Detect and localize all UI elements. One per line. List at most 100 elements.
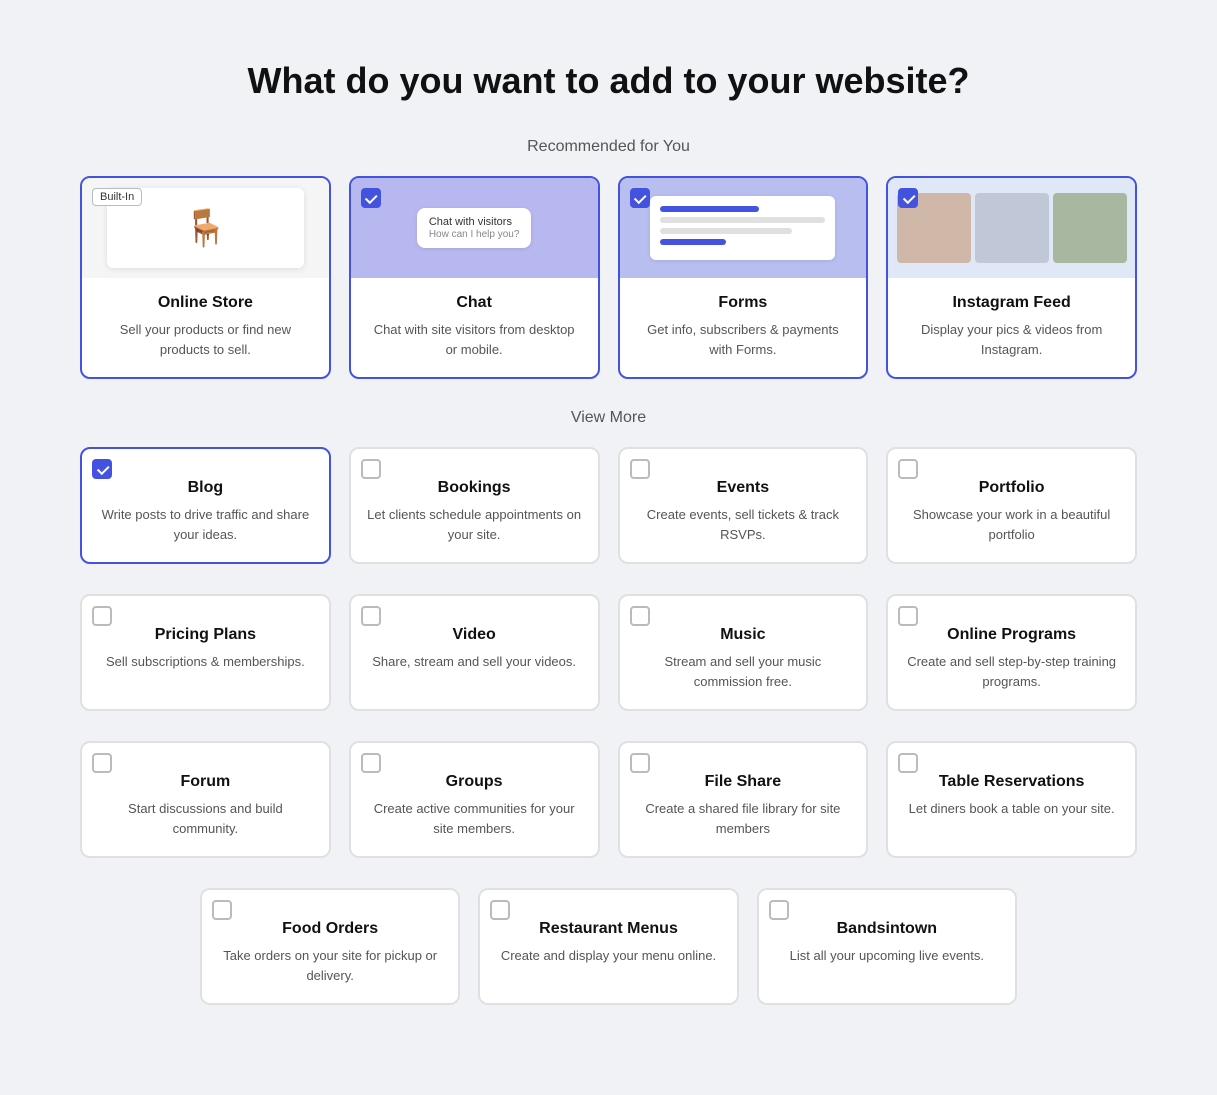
checkbox-bookings[interactable]: [361, 459, 381, 479]
card-desc-table-reservations: Let diners book a table on your site.: [904, 799, 1119, 819]
card-title-bookings: Bookings: [367, 479, 582, 497]
card-title-portfolio: Portfolio: [904, 479, 1119, 497]
card-file-share[interactable]: File Share Create a shared file library …: [618, 741, 869, 858]
card-food-orders[interactable]: Food Orders Take orders on your site for…: [200, 888, 460, 1005]
card-title-table-reservations: Table Reservations: [904, 773, 1119, 791]
card-desc-bookings: Let clients schedule appointments on you…: [367, 505, 582, 544]
card-groups[interactable]: Groups Create active communities for you…: [349, 741, 600, 858]
card-table-reservations[interactable]: Table Reservations Let diners book a tab…: [886, 741, 1137, 858]
card-instagram-feed[interactable]: Instagram Feed Display your pics & video…: [886, 176, 1137, 379]
card-body-video: Video Share, stream and sell your videos…: [351, 606, 598, 690]
card-title-online-store: Online Store: [98, 294, 313, 312]
card-body-pricing-plans: Pricing Plans Sell subscriptions & membe…: [82, 606, 329, 690]
card-title-file-share: File Share: [636, 773, 851, 791]
card-blog[interactable]: Blog Write posts to drive traffic and sh…: [80, 447, 331, 564]
card-body-online-store: Online Store Sell your products or find …: [82, 278, 329, 377]
card-title-pricing-plans: Pricing Plans: [98, 626, 313, 644]
card-body-table-reservations: Table Reservations Let diners book a tab…: [888, 753, 1135, 837]
card-body-online-programs: Online Programs Create and sell step-by-…: [888, 606, 1135, 709]
card-title-video: Video: [367, 626, 582, 644]
card-body-food-orders: Food Orders Take orders on your site for…: [202, 900, 458, 1003]
card-title-online-programs: Online Programs: [904, 626, 1119, 644]
checkbox-file-share[interactable]: [630, 753, 650, 773]
card-forms[interactable]: Forms Get info, subscribers & payments w…: [618, 176, 869, 379]
recommended-grid: 🪑 Built-In Online Store Sell your produc…: [80, 176, 1137, 379]
card-music[interactable]: Music Stream and sell your music commiss…: [618, 594, 869, 711]
card-title-groups: Groups: [367, 773, 582, 791]
card-title-forum: Forum: [98, 773, 313, 791]
card-desc-music: Stream and sell your music commission fr…: [636, 652, 851, 691]
card-events[interactable]: Events Create events, sell tickets & tra…: [618, 447, 869, 564]
checkbox-restaurant-menus[interactable]: [490, 900, 510, 920]
card-desc-forms: Get info, subscribers & payments with Fo…: [636, 320, 851, 359]
checkbox-pricing-plans[interactable]: [92, 606, 112, 626]
card-desc-online-programs: Create and sell step-by-step training pr…: [904, 652, 1119, 691]
card-body-blog: Blog Write posts to drive traffic and sh…: [82, 459, 329, 562]
card-title-instagram: Instagram Feed: [904, 294, 1119, 312]
card-title-events: Events: [636, 479, 851, 497]
card-pricing-plans[interactable]: Pricing Plans Sell subscriptions & membe…: [80, 594, 331, 711]
view-more-row-2: Pricing Plans Sell subscriptions & membe…: [80, 594, 1137, 711]
card-online-store[interactable]: 🪑 Built-In Online Store Sell your produc…: [80, 176, 331, 379]
insta-img-2: [975, 193, 1049, 263]
checkbox-blog[interactable]: [92, 459, 112, 479]
card-image-instagram: [888, 178, 1135, 278]
card-body-instagram: Instagram Feed Display your pics & video…: [888, 278, 1135, 377]
checkbox-online-programs[interactable]: [898, 606, 918, 626]
checkbox-food-orders[interactable]: [212, 900, 232, 920]
forms-mock: [650, 196, 835, 260]
card-title-food-orders: Food Orders: [218, 920, 442, 938]
card-title-chat: Chat: [367, 294, 582, 312]
card-body-events: Events Create events, sell tickets & tra…: [620, 459, 867, 562]
card-image-chat: Chat with visitors How can I help you?: [351, 178, 598, 278]
checkbox-forms[interactable]: [630, 188, 650, 208]
view-more-label: View More: [80, 409, 1137, 427]
checkbox-bandsintown[interactable]: [769, 900, 789, 920]
checkbox-forum[interactable]: [92, 753, 112, 773]
checkbox-music[interactable]: [630, 606, 650, 626]
insta-img-3: [1053, 193, 1127, 263]
card-desc-portfolio: Showcase your work in a beautiful portfo…: [904, 505, 1119, 544]
card-desc-video: Share, stream and sell your videos.: [367, 652, 582, 672]
card-body-forum: Forum Start discussions and build commun…: [82, 753, 329, 856]
card-desc-food-orders: Take orders on your site for pickup or d…: [218, 946, 442, 985]
card-title-bandsintown: Bandsintown: [775, 920, 999, 938]
view-more-row-1: Blog Write posts to drive traffic and sh…: [80, 447, 1137, 564]
checkbox-instagram[interactable]: [898, 188, 918, 208]
card-bandsintown[interactable]: Bandsintown List all your upcoming live …: [757, 888, 1017, 1005]
card-title-music: Music: [636, 626, 851, 644]
built-in-badge: Built-In: [92, 188, 142, 206]
view-more-row-3: Forum Start discussions and build commun…: [80, 741, 1137, 858]
card-desc-bandsintown: List all your upcoming live events.: [775, 946, 999, 966]
card-image-forms: [620, 178, 867, 278]
card-body-bandsintown: Bandsintown List all your upcoming live …: [759, 900, 1015, 984]
card-image-online-store: 🪑 Built-In: [82, 178, 329, 278]
card-forum[interactable]: Forum Start discussions and build commun…: [80, 741, 331, 858]
card-video[interactable]: Video Share, stream and sell your videos…: [349, 594, 600, 711]
card-portfolio[interactable]: Portfolio Showcase your work in a beauti…: [886, 447, 1137, 564]
card-online-programs[interactable]: Online Programs Create and sell step-by-…: [886, 594, 1137, 711]
checkbox-groups[interactable]: [361, 753, 381, 773]
card-bookings[interactable]: Bookings Let clients schedule appointmen…: [349, 447, 600, 564]
card-title-restaurant-menus: Restaurant Menus: [496, 920, 720, 938]
card-body-groups: Groups Create active communities for you…: [351, 753, 598, 856]
card-title-forms: Forms: [636, 294, 851, 312]
checkbox-video[interactable]: [361, 606, 381, 626]
checkbox-events[interactable]: [630, 459, 650, 479]
card-body-chat: Chat Chat with site visitors from deskto…: [351, 278, 598, 377]
chat-bubble: Chat with visitors How can I help you?: [417, 208, 532, 248]
checkbox-table-reservations[interactable]: [898, 753, 918, 773]
card-desc-restaurant-menus: Create and display your menu online.: [496, 946, 720, 966]
card-body-music: Music Stream and sell your music commiss…: [620, 606, 867, 709]
card-chat[interactable]: Chat with visitors How can I help you? C…: [349, 176, 600, 379]
card-desc-file-share: Create a shared file library for site me…: [636, 799, 851, 838]
checkbox-portfolio[interactable]: [898, 459, 918, 479]
card-desc-instagram: Display your pics & videos from Instagra…: [904, 320, 1119, 359]
view-more-section: View More Blog Write posts to drive traf…: [80, 409, 1137, 1005]
card-restaurant-menus[interactable]: Restaurant Menus Create and display your…: [478, 888, 738, 1005]
checkbox-chat[interactable]: [361, 188, 381, 208]
card-body-portfolio: Portfolio Showcase your work in a beauti…: [888, 459, 1135, 562]
card-body-bookings: Bookings Let clients schedule appointmen…: [351, 459, 598, 562]
card-desc-groups: Create active communities for your site …: [367, 799, 582, 838]
card-desc-online-store: Sell your products or find new products …: [98, 320, 313, 359]
